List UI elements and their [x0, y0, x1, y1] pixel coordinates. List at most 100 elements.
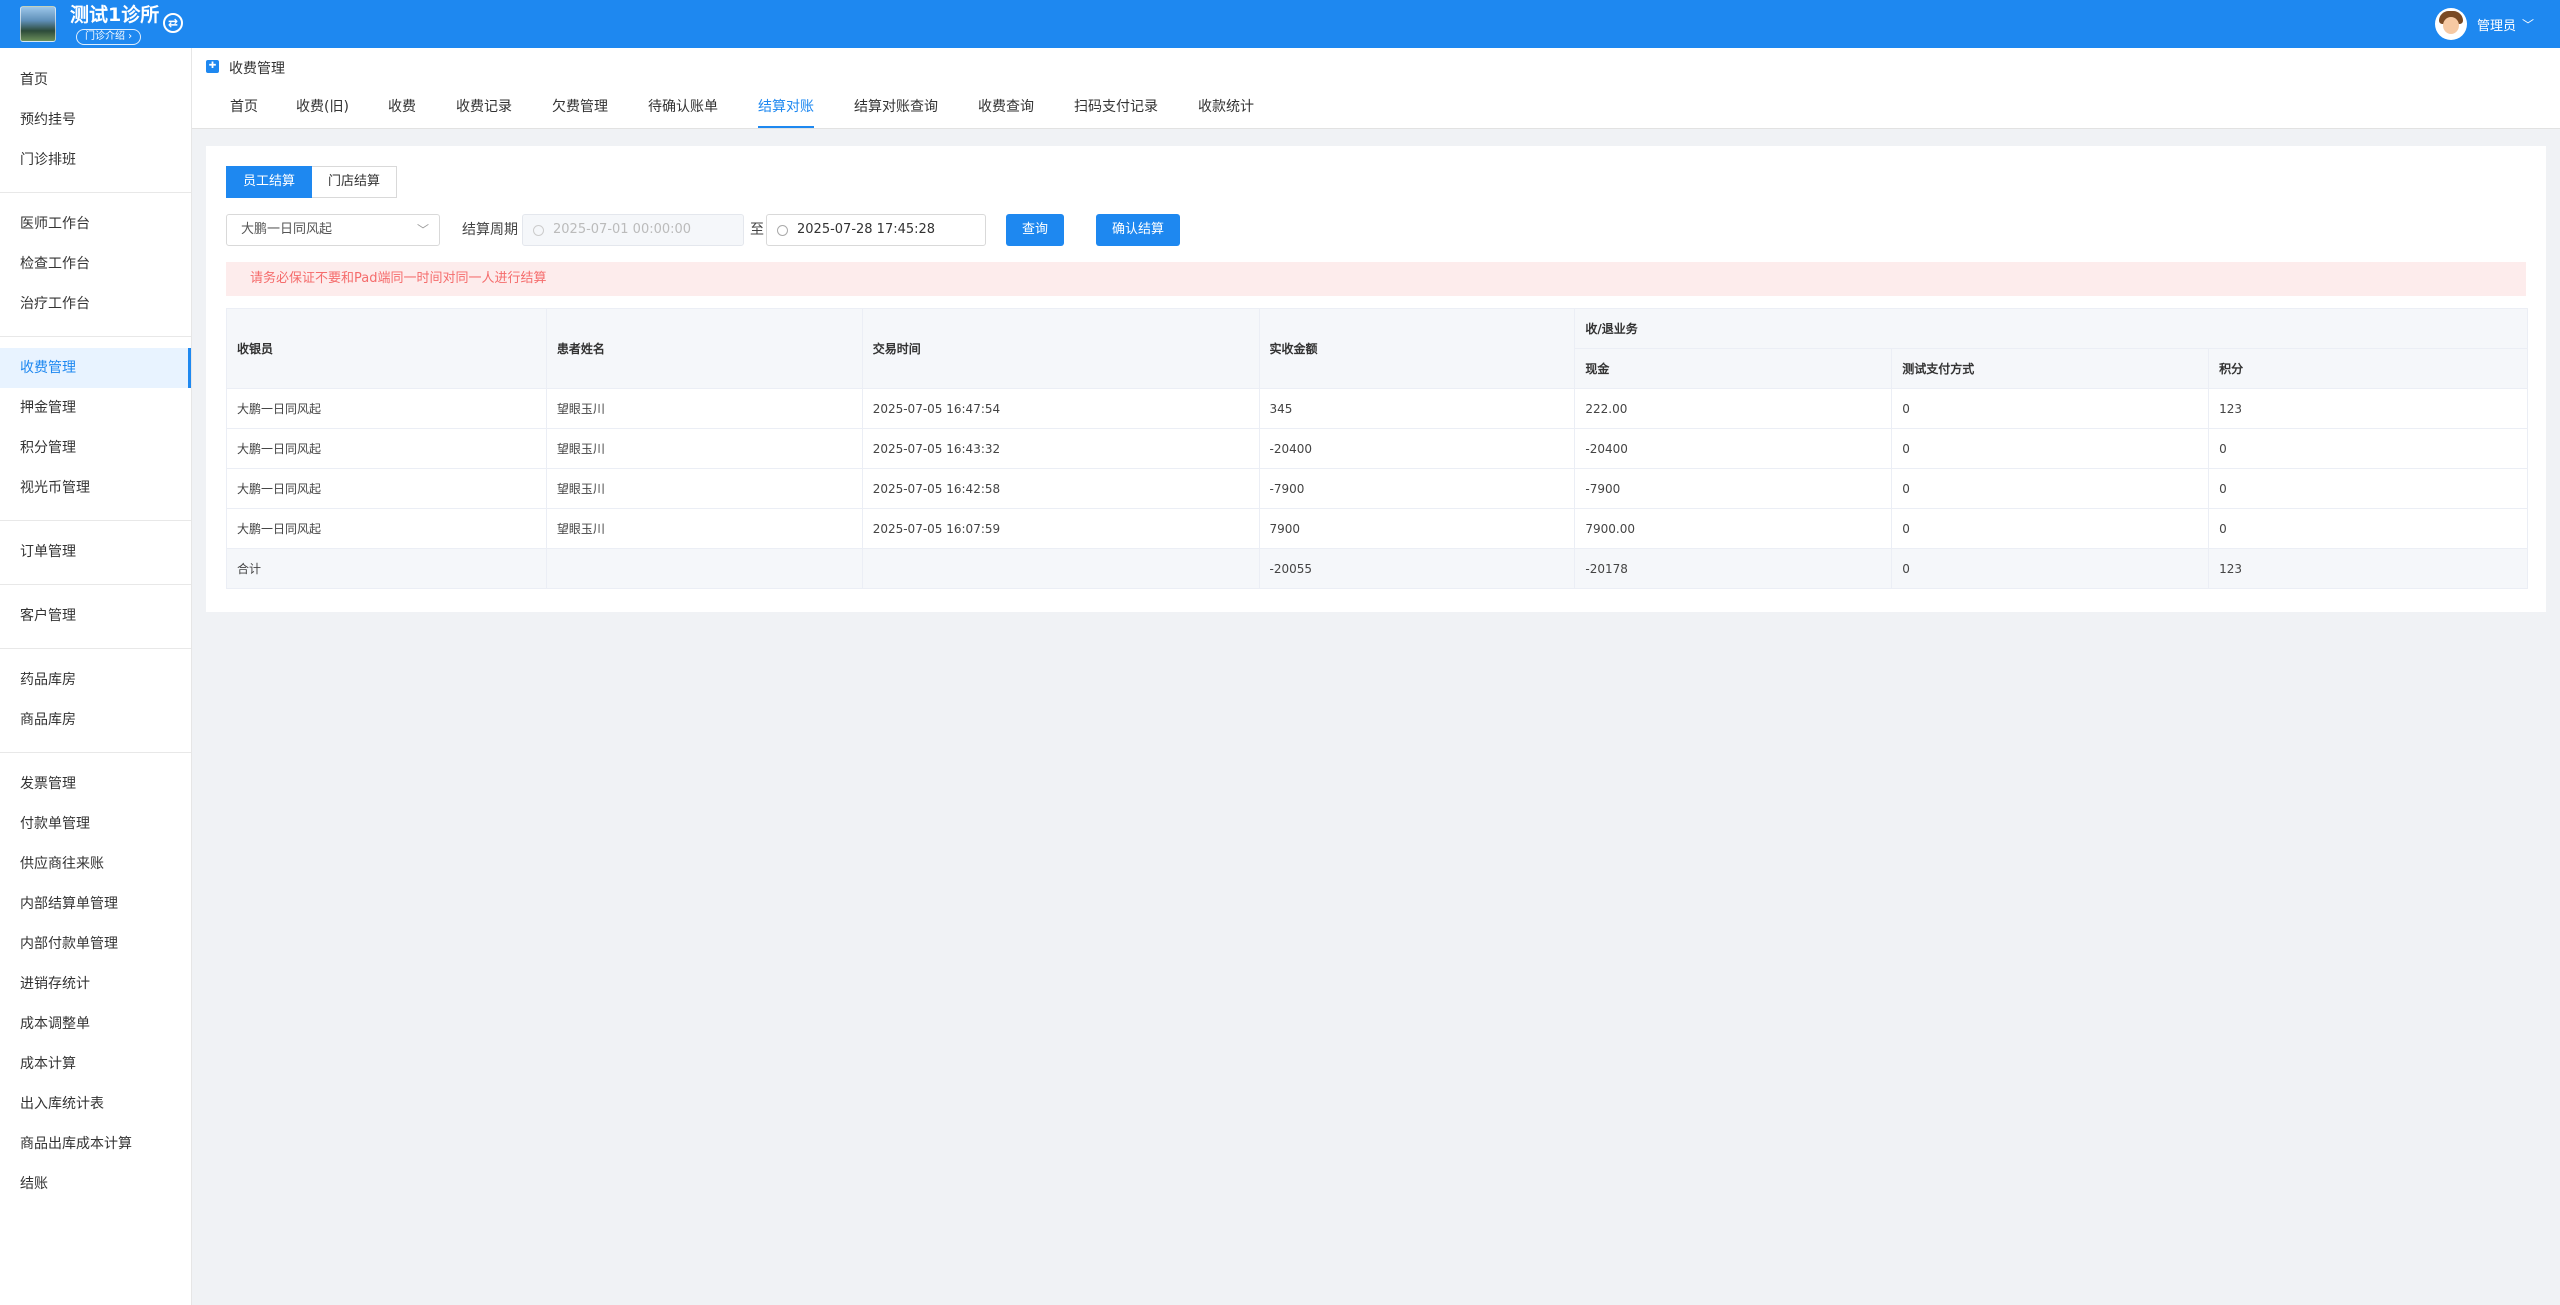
col-header-points: 积分	[2208, 348, 2528, 389]
settlement-card: 员工结算 门店结算 大鹏一日同风起 ﹀ 结算周期 2025-07-01 00:0…	[206, 146, 2546, 612]
segment-store-settlement[interactable]: 门店结算	[312, 166, 398, 198]
settlement-type-segment: 员工结算 门店结算	[226, 166, 398, 198]
tab-item[interactable]: 收费	[388, 86, 416, 128]
table-cell: 2025-07-05 16:43:32	[861, 428, 1260, 469]
table-cell: 123	[2208, 388, 2528, 429]
user-menu[interactable]: 管理员 ﹀	[2434, 8, 2534, 40]
sidebar-item[interactable]: 发票管理	[0, 764, 191, 804]
sidebar-divider	[0, 752, 191, 753]
table-cell: 0	[1891, 388, 2210, 429]
clinic-name: 测试1诊所	[70, 4, 160, 26]
sidebar-item[interactable]: 押金管理	[0, 388, 191, 428]
table-cell: 222.00	[1574, 388, 1893, 429]
sidebar-item[interactable]: 收费管理	[0, 348, 191, 388]
confirm-settlement-button[interactable]: 确认结算	[1096, 214, 1181, 246]
tab-item[interactable]: 结算对账	[758, 86, 814, 128]
avatar[interactable]	[2434, 8, 2467, 40]
chevron-down-icon: ﹀	[416, 223, 429, 237]
table-cell: 0	[2208, 468, 2528, 509]
col-header-group: 收/退业务	[1574, 308, 2528, 349]
table-cell: 2025-07-05 16:47:54	[861, 388, 1260, 429]
period-label: 结算周期	[462, 222, 518, 238]
tab-item[interactable]: 收费(旧)	[296, 86, 349, 128]
clinic-intro-badge[interactable]: 门诊介绍 ›	[76, 29, 142, 45]
table-summary-row: 合计 -20055 -20178 0 123	[226, 548, 2528, 589]
sidebar-item[interactable]: 订单管理	[0, 532, 191, 572]
table-cell: 0	[2208, 428, 2528, 469]
table-cell: 0	[1891, 428, 2210, 469]
sidebar-item[interactable]: 药品库房	[0, 660, 191, 700]
switch-clinic-icon[interactable]: ⇄	[163, 13, 183, 33]
tab-item[interactable]: 待确认账单	[648, 86, 718, 128]
sidebar-item[interactable]: 内部付款单管理	[0, 924, 191, 964]
cashier-select[interactable]: 大鹏一日同风起 ﹀	[226, 214, 440, 246]
table-row: 大鹏一日同风起 望眼玉川 2025-07-05 16:42:58 -7900 -7900…	[226, 468, 2528, 509]
filter-row: 大鹏一日同风起 ﹀ 结算周期 2025-07-01 00:00:00 至 202…	[226, 214, 2526, 246]
main-content: ✚ 收费管理 首页 收费(旧) 收费 收费记录 欠费管理 待确认账单 结算对账 结算对账查询收…	[192, 48, 2560, 1305]
sidebar-item[interactable]: 内部结算单管理	[0, 884, 191, 924]
user-name: 管理员	[2476, 18, 2516, 34]
tab-item[interactable]: 收费查询	[978, 86, 1034, 128]
sidebar-item[interactable]: 商品出库成本计算	[0, 1124, 191, 1164]
tab-bar: 首页 收费(旧) 收费 收费记录 欠费管理 待确认账单 结算对账 结算对账查询 收费查询 扫码支付…	[192, 86, 2560, 129]
tab-item[interactable]: 欠费管理	[552, 86, 608, 128]
chevron-down-icon[interactable]: ﹀	[2522, 16, 2534, 33]
clinic-logo	[20, 6, 56, 42]
table-cell: 大鹏一日同风起	[226, 508, 547, 549]
sidebar-item[interactable]: 成本调整单	[0, 1004, 191, 1044]
sidebar-item[interactable]: 进销存统计	[0, 964, 191, 1004]
col-header-time: 交易时间	[861, 308, 1260, 389]
sidebar-divider	[0, 584, 191, 585]
settlement-table: 收银员 患者姓名 交易时间 实收金额 收/退业务 现金 测试支付方式 积分 大鹏…	[226, 308, 2528, 589]
sidebar-item[interactable]: 商品库房	[0, 700, 191, 740]
sidebar-item[interactable]: 首页	[0, 60, 191, 100]
clock-icon	[777, 225, 788, 236]
table-cell: -7900	[1258, 468, 1576, 509]
warning-alert: 请务必保证不要和Pad端同一时间对同一人进行结算	[226, 262, 2526, 296]
table-cell: -20400	[1574, 428, 1893, 469]
tab-item[interactable]: 收费记录	[456, 86, 512, 128]
start-date-input[interactable]: 2025-07-01 00:00:00	[522, 214, 744, 246]
clock-icon	[533, 225, 544, 236]
table-cell: 大鹏一日同风起	[226, 388, 547, 429]
tab-item[interactable]: 结算对账查询	[854, 86, 938, 128]
start-date-value: 2025-07-01 00:00:00	[553, 222, 692, 237]
table-cell: 7900	[1258, 508, 1576, 549]
sidebar-item[interactable]: 积分管理	[0, 428, 191, 468]
table-cell: -20400	[1258, 428, 1576, 469]
to-label: 至	[750, 222, 764, 238]
sidebar-item[interactable]: 供应商往来账	[0, 844, 191, 884]
table-row: 大鹏一日同风起 望眼玉川 2025-07-05 16:07:59 7900 7900.0…	[226, 508, 2528, 549]
table-row: 大鹏一日同风起 望眼玉川 2025-07-05 16:47:54 345 222.00 0…	[226, 388, 2528, 429]
sidebar-item[interactable]: 付款单管理	[0, 804, 191, 844]
table-cell: 大鹏一日同风起	[226, 428, 547, 469]
sidebar-item[interactable]: 治疗工作台	[0, 284, 191, 324]
sidebar-item[interactable]: 成本计算	[0, 1044, 191, 1084]
sidebar-divider	[0, 336, 191, 337]
sidebar-item[interactable]: 门诊排班	[0, 140, 191, 180]
sidebar-item[interactable]: 结账	[0, 1164, 191, 1204]
sidebar: 首页 预约挂号 门诊排班医师工作台 检查工作台 治疗工作台收费管理 押金管理 积分管理 视光币…	[0, 48, 192, 1305]
page-header: ✚ 收费管理	[192, 48, 2560, 87]
segment-staff-settlement[interactable]: 员工结算	[226, 166, 313, 198]
sidebar-divider	[0, 520, 191, 521]
sidebar-item[interactable]: 医师工作台	[0, 204, 191, 244]
query-button[interactable]: 查询	[1006, 214, 1065, 246]
table-cell: 0	[2208, 508, 2528, 549]
end-date-input[interactable]: 2025-07-28 17:45:28	[766, 214, 986, 246]
tab-item[interactable]: 首页	[230, 86, 258, 128]
table-cell: 0	[1891, 508, 2210, 549]
table-cell: 2025-07-05 16:42:58	[861, 468, 1260, 509]
sidebar-item[interactable]: 检查工作台	[0, 244, 191, 284]
sidebar-item[interactable]: 客户管理	[0, 596, 191, 636]
cashier-select-value: 大鹏一日同风起	[241, 222, 333, 237]
tab-item[interactable]: 收款统计	[1198, 86, 1254, 128]
col-header-patient: 患者姓名	[545, 308, 863, 389]
sidebar-item[interactable]: 出入库统计表	[0, 1084, 191, 1124]
sidebar-item[interactable]: 预约挂号	[0, 100, 191, 140]
col-header-test-pay: 测试支付方式	[1891, 348, 2210, 389]
sidebar-item[interactable]: 视光币管理	[0, 468, 191, 508]
summary-cell: 合计	[226, 548, 547, 589]
summary-cell	[545, 548, 863, 589]
tab-item[interactable]: 扫码支付记录	[1074, 86, 1158, 128]
